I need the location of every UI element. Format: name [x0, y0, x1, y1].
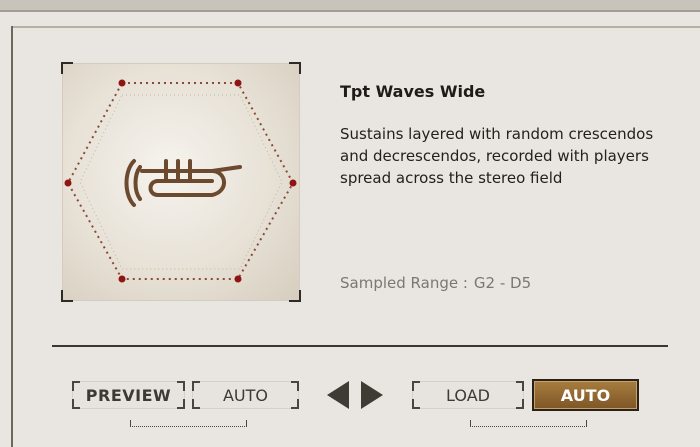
stereo-point — [234, 275, 242, 283]
stereo-point — [289, 179, 297, 187]
bracket-corner — [192, 399, 200, 409]
sampled-range-label: Sampled Range : — [340, 274, 468, 292]
panel-border-top — [11, 26, 700, 28]
stereo-point — [234, 79, 242, 87]
bracket-corner — [72, 381, 80, 391]
corner-marker — [61, 62, 73, 74]
preview-button-label: PREVIEW — [85, 385, 172, 405]
sampled-range-value: G2 - D5 — [473, 274, 532, 292]
load-auto-button[interactable]: AUTO — [532, 379, 639, 411]
stereo-point — [118, 275, 126, 283]
preview-button[interactable]: PREVIEW — [72, 381, 185, 409]
bracket-corner — [72, 399, 80, 409]
window-top-bar — [0, 0, 700, 12]
sampled-range: Sampled Range : G2 - D5 — [340, 274, 531, 292]
corner-marker — [61, 290, 73, 302]
preview-auto-button[interactable]: AUTO — [192, 381, 299, 409]
stereo-point — [118, 79, 126, 87]
load-button[interactable]: LOAD — [412, 381, 524, 409]
bracket-corner — [412, 381, 420, 391]
bracket-corner — [291, 399, 299, 409]
patch-title: Tpt Waves Wide — [340, 82, 486, 101]
load-auto-label: AUTO — [560, 385, 611, 405]
previous-arrow-icon[interactable] — [327, 381, 349, 409]
trumpet-icon — [124, 159, 242, 207]
bracket-corner — [516, 399, 524, 409]
panel-border-left — [11, 26, 13, 447]
bracket-corner — [516, 381, 524, 391]
bracket-corner — [177, 381, 185, 391]
bracket-corner — [192, 381, 200, 391]
preview-group-bracket — [130, 420, 247, 427]
instrument-artwork — [61, 62, 301, 302]
corner-marker — [289, 62, 301, 74]
stereo-point — [64, 179, 72, 187]
bracket-corner — [291, 381, 299, 391]
load-button-label: LOAD — [446, 385, 490, 405]
divider — [52, 345, 668, 347]
patch-description: Sustains layered with random crescendos … — [340, 125, 654, 187]
corner-marker — [289, 290, 301, 302]
stereo-field-diagram — [64, 79, 297, 283]
bracket-corner — [412, 399, 420, 409]
preview-auto-label: AUTO — [222, 385, 269, 405]
next-arrow-icon[interactable] — [361, 381, 383, 409]
bracket-corner — [177, 399, 185, 409]
load-group-bracket — [470, 420, 587, 427]
